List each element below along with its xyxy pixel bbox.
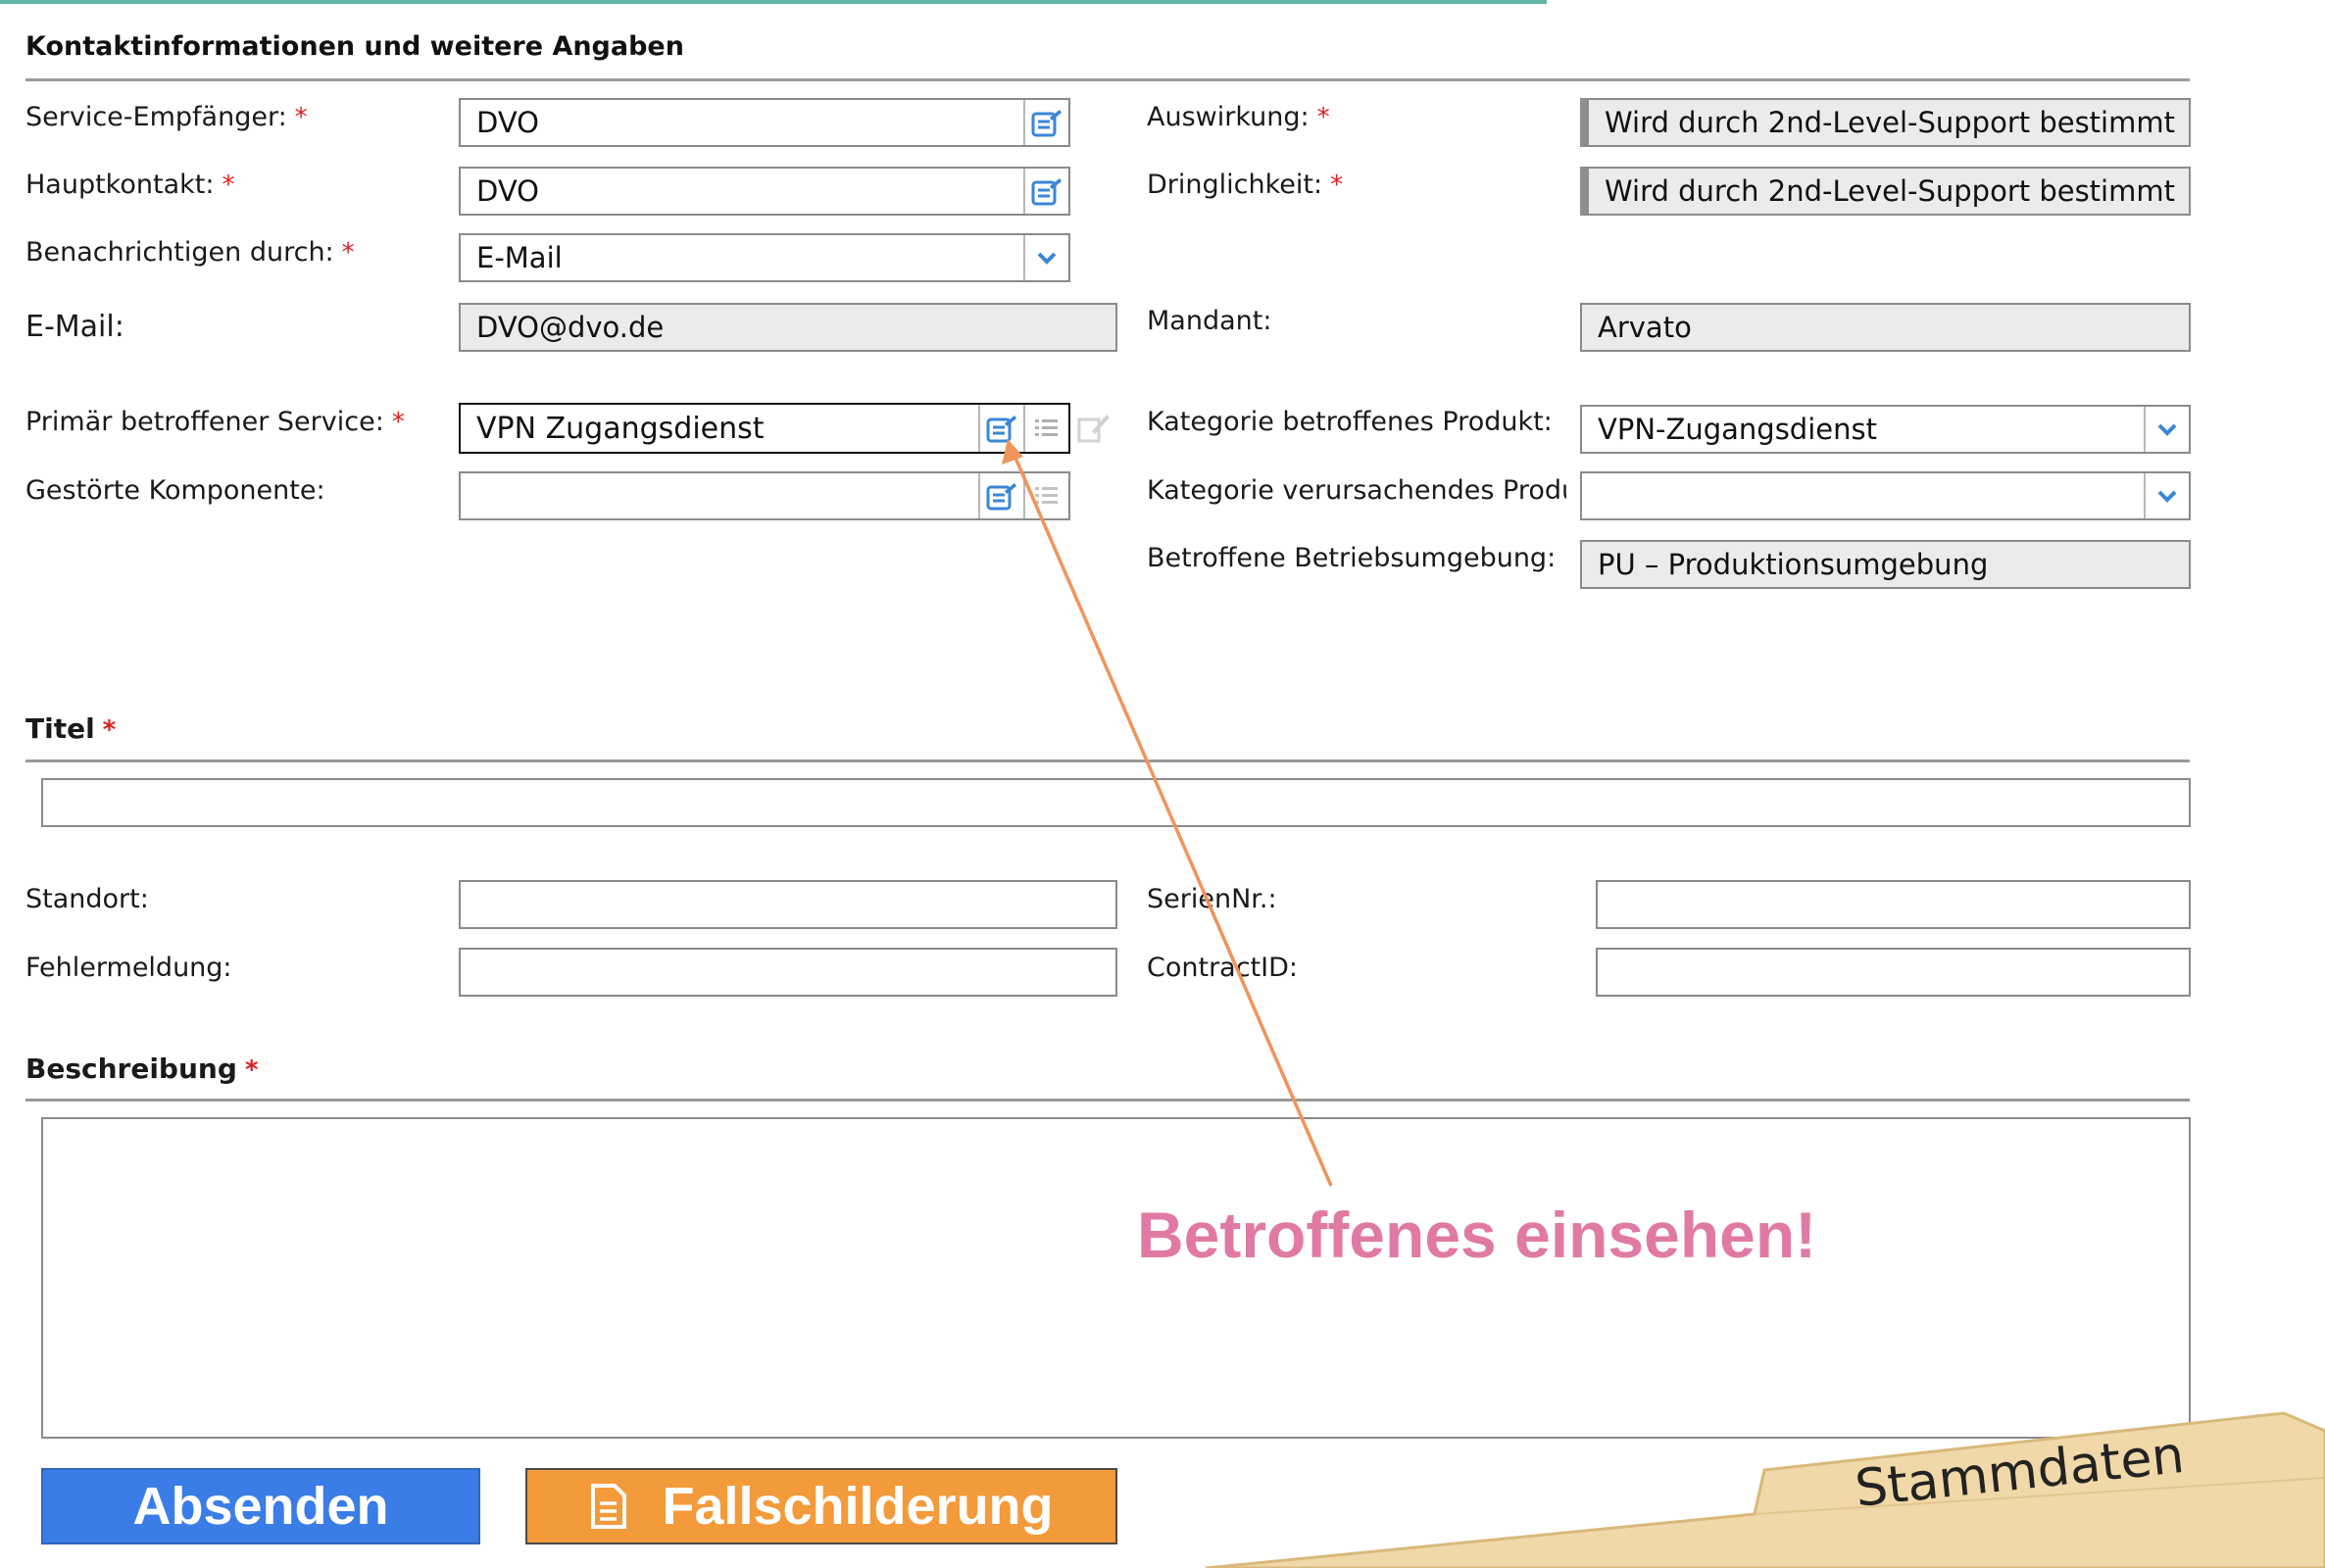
titel-heading: Titel * [25,712,117,745]
chevron-down-icon [1037,252,1057,265]
betriebsumgebung-value: PU – Produktionsumgebung [1598,548,1989,581]
required-mark: * [244,1055,259,1085]
kategorie-betroffen-value: VPN-Zugangsdienst [1598,413,1877,446]
betriebsumgebung-field: PU – Produktionsumgebung [1580,540,2191,589]
chevron-down-icon [2157,490,2177,503]
lookup-icon [1031,178,1062,206]
top-accent-line [0,0,1547,4]
label-dringlichkeit: Dringlichkeit: * [1147,170,1344,200]
label-auswirkung: Auswirkung: * [1147,102,1330,132]
auswirkung-value: Wird durch 2nd-Level-Support bestimmt [1605,106,2175,139]
required-mark: * [294,103,308,132]
dropdown-button[interactable] [1023,235,1068,280]
hauptkontakt-value: DVO [476,174,539,208]
benachrichtigen-select[interactable]: E-Mail [459,233,1070,282]
label-benachrichtigen: Benachrichtigen durch: * [25,237,355,268]
fallschilderung-button[interactable]: Fallschilderung [525,1468,1117,1544]
lookup-button[interactable] [1023,100,1068,145]
required-mark: * [102,715,117,745]
absenden-button[interactable]: Absenden [41,1468,480,1544]
lookup-icon [1031,110,1062,137]
fallschilderung-label: Fallschilderung [662,1477,1054,1536]
primaer-service-value: VPN Zugangsdienst [476,411,765,446]
hauptkontakt-field[interactable]: DVO [459,167,1070,216]
label-gestoerte-komponente: Gestörte Komponente: [25,475,325,506]
annotation-text: Betroffenes einsehen! [1137,1199,1817,1271]
document-icon [591,1484,627,1529]
dringlichkeit-value: Wird durch 2nd-Level-Support bestimmt [1605,174,2175,208]
required-mark: * [391,408,405,437]
service-empfaenger-field[interactable]: DVO [459,98,1070,147]
label-standort: Standort: [25,884,149,914]
label-email: E-Mail: [25,310,124,344]
label-mandant: Mandant: [1147,306,1272,336]
primaer-service-field[interactable]: VPN Zugangsdienst [459,403,1070,454]
dringlichkeit-field: Wird durch 2nd-Level-Support bestimmt [1580,167,2191,216]
beschreibung-heading: Beschreibung * [25,1053,259,1085]
auswirkung-field: Wird durch 2nd-Level-Support bestimmt [1580,98,2191,147]
email-field: DVO@dvo.de [459,303,1117,352]
annotation-arrow [1002,439,1333,1187]
kategorie-verursachend-select[interactable] [1580,471,2191,520]
required-mark: * [222,171,235,200]
contractid-input[interactable] [1596,948,2191,997]
email-value: DVO@dvo.de [476,311,665,344]
chevron-down-icon [2157,423,2177,436]
label-primaer-service: Primär betroffener Service: * [25,407,405,437]
label-fehlermeldung: Fehlermeldung: [25,953,232,983]
required-mark: * [1316,103,1330,132]
mandant-field: Arvato [1580,303,2191,352]
mandant-value: Arvato [1598,311,1692,344]
gestoerte-komponente-field[interactable] [459,471,1070,520]
required-mark: * [1330,171,1344,200]
absenden-label: Absenden [132,1477,389,1536]
dropdown-button[interactable] [2144,473,2189,518]
seriennr-input[interactable] [1596,880,2191,929]
dropdown-button[interactable] [2144,407,2189,452]
label-hauptkontakt: Hauptkontakt: * [25,170,235,200]
section-divider [25,78,2190,81]
section-title: Kontaktinformationen und weitere Angaben [25,31,684,62]
kategorie-betroffen-select[interactable]: VPN-Zugangsdienst [1580,405,2191,454]
benachrichtigen-value: E-Mail [476,241,563,274]
lookup-button[interactable] [1023,169,1068,214]
required-mark: * [341,238,355,268]
service-empfaenger-value: DVO [476,106,539,139]
label-service-empfaenger: Service-Empfänger: * [25,102,308,132]
